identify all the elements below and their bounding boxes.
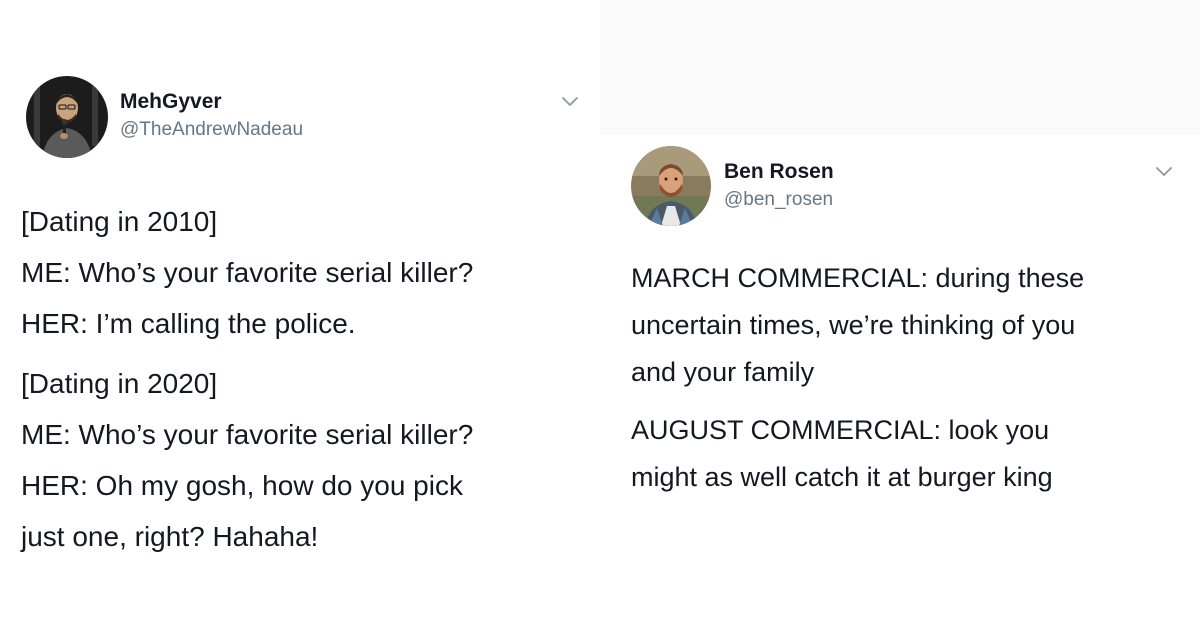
tweet-line: uncertain times, we’re thinking of you	[631, 310, 1076, 340]
display-name[interactable]: MehGyver	[120, 90, 222, 114]
tweet-line: [Dating in 2010]	[21, 206, 218, 237]
tweet-card-ben-rosen: Ben Rosen @ben_rosen MARCH COMMERCIAL: d…	[600, 0, 1200, 628]
tweet-line: HER: I’m calling the police.	[21, 308, 356, 339]
chevron-down-icon[interactable]	[1155, 166, 1173, 178]
tweet-line: [Dating in 2020]	[21, 368, 218, 399]
tweet-text: MARCH COMMERCIAL: during these uncertain…	[631, 255, 1084, 501]
tweet-text: [Dating in 2010] ME: Who’s your favorite…	[21, 196, 473, 562]
person-holding-microphone-avatar-icon	[26, 76, 108, 158]
user-handle[interactable]: @ben_rosen	[724, 189, 833, 211]
avatar-ben-rosen[interactable]	[631, 146, 711, 226]
user-handle[interactable]: @TheAndrewNadeau	[120, 119, 303, 141]
bearded-man-avatar-icon	[631, 146, 711, 226]
tweet-line: and your family	[631, 357, 815, 387]
tweet-line: just one, right? Hahaha!	[21, 521, 319, 552]
tweet-card-mehgyver: MehGyver @TheAndrewNadeau [Dating in 201…	[0, 0, 600, 628]
tweet-line: MARCH COMMERCIAL: during these	[631, 263, 1085, 293]
chevron-down-icon[interactable]	[561, 96, 579, 108]
tweet-line: HER: Oh my gosh, how do you pick	[21, 470, 463, 501]
display-name[interactable]: Ben Rosen	[724, 160, 834, 184]
tweet-line: ME: Who’s your favorite serial killer?	[21, 419, 474, 450]
avatar-mehgyver[interactable]	[26, 76, 108, 158]
tweet-line: might as well catch it at burger king	[631, 462, 1053, 492]
tweet-line: AUGUST COMMERCIAL: look you	[631, 415, 1050, 445]
tweet-line: ME: Who’s your favorite serial killer?	[21, 257, 474, 288]
